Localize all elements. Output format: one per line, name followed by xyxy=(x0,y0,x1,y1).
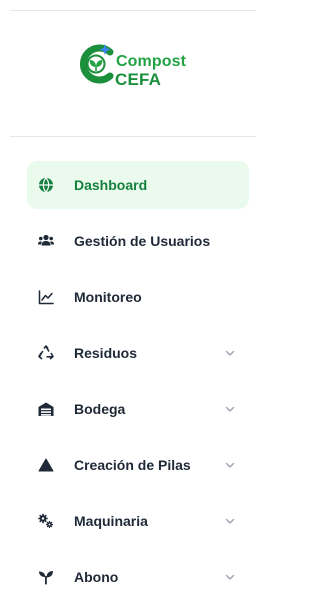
sidebar-item-label: Monitoreo xyxy=(74,289,142,305)
sidebar-item-dashboard[interactable]: Dashboard xyxy=(27,161,249,209)
sidebar-item-abono[interactable]: Abono xyxy=(27,553,249,601)
chevron-down-icon[interactable] xyxy=(224,403,236,415)
sidebar-item-gestion-usuarios[interactable]: Gestión de Usuarios xyxy=(27,217,249,265)
top-divider xyxy=(10,10,256,11)
sidebar-nav: Dashboard Gestión de Usuarios Monitoreo … xyxy=(27,161,249,609)
sidebar-item-label: Residuos xyxy=(74,345,138,361)
chevron-down-icon[interactable] xyxy=(224,571,236,583)
sidebar-item-maquinaria[interactable]: Maquinaria xyxy=(27,497,249,545)
users-icon xyxy=(38,233,54,249)
chevron-down-icon[interactable] xyxy=(224,347,236,359)
sidebar-item-label: Abono xyxy=(74,569,119,585)
logo-text-line1: Compost xyxy=(116,53,187,70)
sidebar: Compost CEFA Dashboard Gestión de Usuari… xyxy=(0,0,256,616)
sidebar-item-label: Maquinaria xyxy=(74,513,148,529)
sidebar-item-label: Bodega xyxy=(74,401,126,417)
app-logo[interactable]: Compost CEFA xyxy=(74,40,204,90)
chevron-down-icon[interactable] xyxy=(224,459,236,471)
chevron-down-icon[interactable] xyxy=(224,515,236,527)
sidebar-item-residuos[interactable]: Residuos xyxy=(27,329,249,377)
sidebar-item-label: Dashboard xyxy=(74,177,148,193)
triangle-icon xyxy=(38,457,54,473)
logo-divider xyxy=(10,136,256,137)
sidebar-item-label: Gestión de Usuarios xyxy=(74,233,211,249)
line-chart-icon xyxy=(38,289,54,305)
sidebar-item-label: Creación de Pilas xyxy=(74,457,191,473)
sidebar-item-monitoreo[interactable]: Monitoreo xyxy=(27,273,249,321)
globe-icon xyxy=(38,177,54,193)
seedling-icon xyxy=(38,569,54,585)
recycle-icon xyxy=(38,345,54,361)
sidebar-item-creacion-pilas[interactable]: Creación de Pilas xyxy=(27,441,249,489)
logo-text-line2: CEFA xyxy=(115,70,162,89)
compost-logo-icon xyxy=(79,44,114,84)
sidebar-item-bodega[interactable]: Bodega xyxy=(27,385,249,433)
warehouse-icon xyxy=(38,401,54,417)
gears-icon xyxy=(38,513,54,529)
